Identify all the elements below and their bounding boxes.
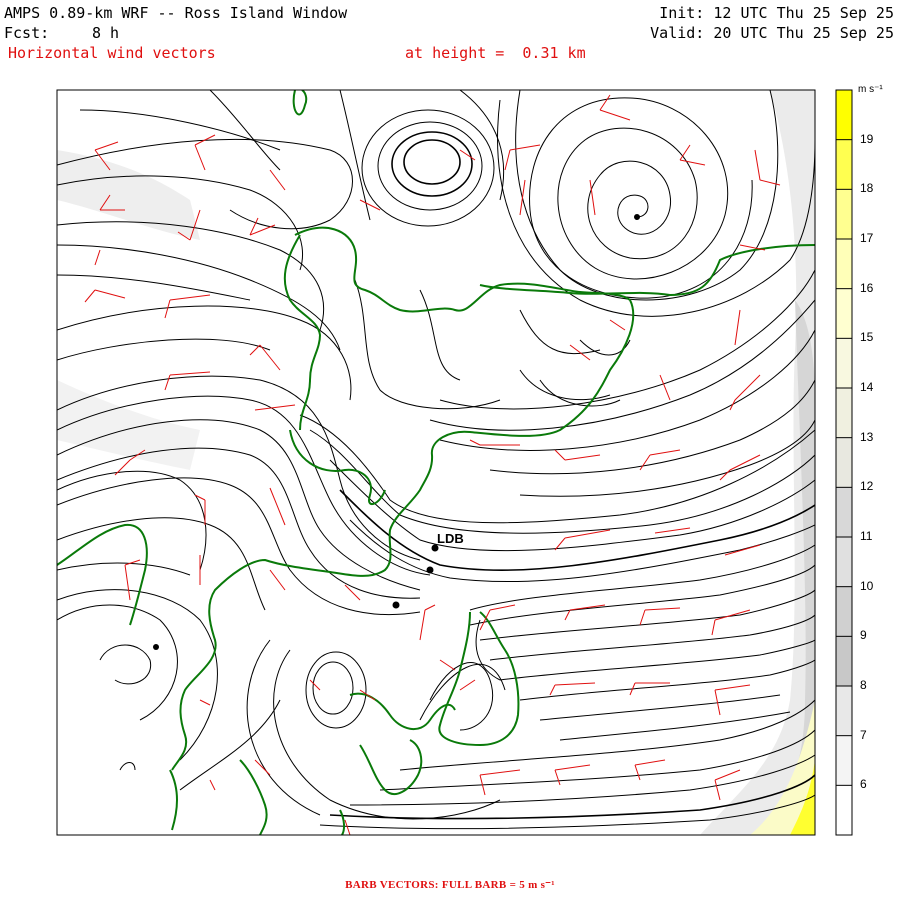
- colorbar-tick-label: 8: [860, 678, 867, 692]
- colorbar-segment: [836, 487, 852, 538]
- barb-legend: BARB VECTORS: FULL BARB = 5 m s⁻¹: [345, 879, 555, 891]
- colorbar-segment: [836, 288, 852, 339]
- colorbar-tick-label: 19: [860, 131, 874, 146]
- colorbar-segment: [836, 537, 852, 588]
- station-marker: [392, 601, 400, 609]
- colorbar-tick-label: 16: [860, 280, 874, 295]
- map-field: [57, 90, 815, 835]
- colorbar-segment: [836, 586, 852, 637]
- colorbar-tick-label: 11: [860, 529, 873, 543]
- colorbar-tick-label: 14: [860, 380, 874, 394]
- vortex-center-marker: [634, 214, 640, 220]
- colorbar-segment: [836, 388, 852, 439]
- station-markers: [153, 214, 640, 650]
- colorbar-segment: [836, 437, 852, 488]
- colorbar-tick-label: 17: [860, 231, 874, 245]
- colorbar-segment: [836, 686, 852, 737]
- colorbar-segment: [836, 636, 852, 687]
- colorbar-tick-label: 7: [860, 727, 867, 742]
- colorbar-segment: [836, 90, 852, 141]
- wind-map: [56, 89, 853, 836]
- colorbar-unit: m s⁻¹: [858, 84, 883, 95]
- colorbar-segment: [836, 735, 852, 786]
- colorbar-tick-label: 13: [860, 429, 874, 444]
- colorbar-segment: [836, 785, 852, 836]
- colorbar-tick-label: 9: [860, 628, 867, 643]
- colorbar-tick-label: 18: [860, 181, 874, 196]
- colorbar-tick-label: 6: [860, 777, 867, 792]
- speed-colorbar: [836, 90, 852, 836]
- colorbar-segment: [836, 338, 852, 389]
- colorbar-segment: [836, 239, 852, 290]
- colorbar-segment: [836, 189, 852, 240]
- colorbar-tick-label: 15: [860, 330, 874, 345]
- colorbar-tick-label: 10: [860, 578, 874, 593]
- station-marker: [153, 644, 159, 650]
- speed-shade-left: [57, 150, 200, 240]
- colorbar-tick-label: 12: [860, 479, 874, 494]
- colorbar-segment: [836, 139, 852, 190]
- station-marker: [426, 566, 434, 574]
- station-ldb-label: LDB: [437, 531, 464, 546]
